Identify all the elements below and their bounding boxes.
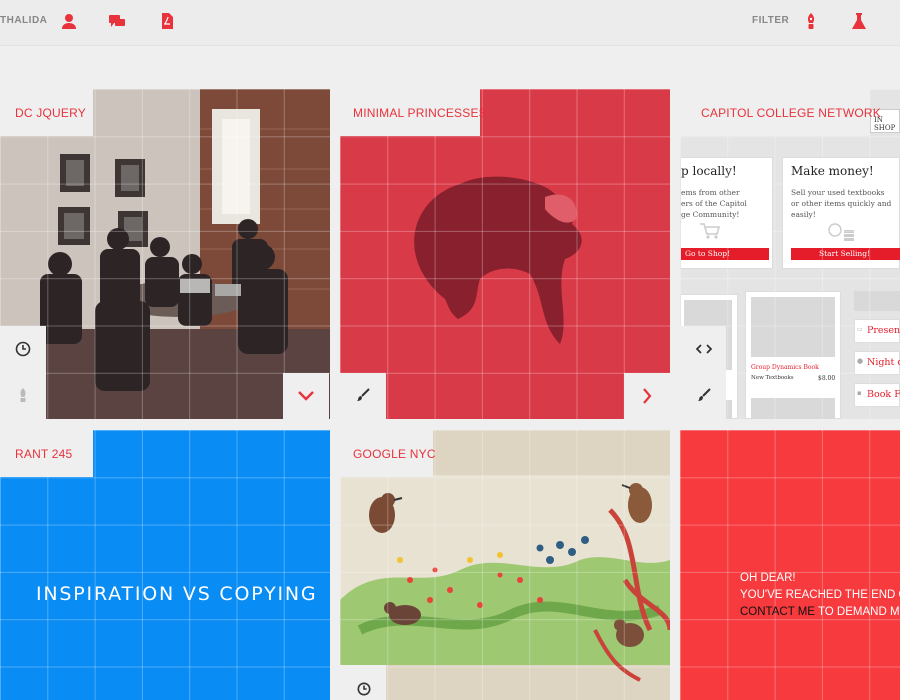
product-category: New Textbooks: [751, 375, 794, 381]
post-title[interactable]: INSPIRATION VS COPYING: [36, 583, 317, 605]
tile-end-message: [680, 430, 900, 700]
start-selling-button[interactable]: Start Selling!: [791, 248, 900, 260]
product-card[interactable]: Group Dynamics Book New Textbooks $8.00: [745, 291, 841, 419]
tile-label[interactable]: RANT 245: [15, 447, 72, 461]
tile-minimal-princesses[interactable]: MINIMAL PRINCESSES: [340, 89, 670, 419]
card-text: ems from other: [681, 188, 740, 197]
tile-label[interactable]: CAPITOL COLLEGE NETWORK: [701, 106, 881, 120]
chevron-down-icon: [298, 391, 314, 401]
product-price: $8.00: [818, 375, 836, 382]
top-bar: THALIDA FILTER: [0, 0, 900, 46]
chevron-right-icon: [642, 388, 652, 404]
pen-icon: [16, 387, 30, 408]
tile-label[interactable]: MINIMAL PRINCESSES: [353, 106, 487, 120]
side-menu: ▭ Presen ● Night c ▪ Book F: [848, 291, 900, 419]
flask-icon[interactable]: [850, 12, 868, 30]
pen-icon[interactable]: [802, 12, 820, 30]
go-to-shop-button[interactable]: Go to Shop!: [681, 248, 769, 260]
side-item[interactable]: ● Night c: [854, 351, 900, 375]
card-title: Make money!: [791, 164, 874, 178]
filter-label: FILTER: [752, 15, 790, 26]
end-message-line: OH DEAR!: [740, 572, 796, 584]
clock-icon: [15, 341, 31, 362]
button-label: Start Selling!: [819, 249, 871, 258]
tile-label[interactable]: DC JQUERY: [15, 106, 86, 120]
button-label: Go to Shop!: [685, 249, 731, 258]
end-message-line: TO DEMAND MO: [814, 606, 900, 618]
brush-icon: [697, 388, 711, 407]
book-icon: ▪: [857, 389, 862, 397]
brush-icon: [356, 388, 370, 407]
shop-card: p locally! ems from other ers of the Cap…: [680, 157, 773, 269]
princess-hair-art: [340, 89, 670, 419]
grid-overlay: [680, 430, 900, 700]
tile-label[interactable]: GOOGLE NYC: [353, 447, 436, 461]
end-message: OH DEAR! YOU'VE REACHED THE END OF CONTA…: [740, 570, 900, 621]
card-text: ge Community!: [681, 210, 740, 219]
side-item-label: Night c: [867, 357, 900, 368]
tile-google-nyc[interactable]: GOOGLE NYC: [340, 430, 670, 700]
expand-button[interactable]: [283, 373, 329, 419]
clock-icon: [357, 682, 371, 700]
tile-capitol-college-network[interactable]: IN SHOP p locally! ems from other ers of…: [680, 89, 900, 419]
side-item-label: Book F: [867, 389, 900, 400]
cart-icon: [699, 222, 721, 245]
brand-name[interactable]: THALIDA: [0, 15, 47, 26]
calendar-icon: ▭: [857, 326, 863, 333]
side-item-label: Presen: [867, 325, 900, 336]
end-message-line: YOU'VE REACHED THE END OF: [740, 589, 900, 601]
chat-icon[interactable]: [108, 12, 126, 30]
code-icon: [695, 342, 713, 360]
sell-card: Make money! Sell your used textbooks or …: [782, 157, 900, 269]
contact-me-link[interactable]: CONTACT ME: [740, 606, 815, 618]
card-text: ers of the Capitol: [681, 199, 747, 208]
coins-icon: [827, 222, 857, 247]
tile-dc-jquery[interactable]: DC JQUERY: [0, 89, 330, 419]
tile-rant-245[interactable]: RANT 245: [0, 430, 330, 700]
user-icon[interactable]: [60, 12, 78, 30]
card-text: easily!: [791, 210, 816, 219]
card-text: Sell your used textbooks: [791, 188, 885, 197]
card-text: or other items quickly and: [791, 199, 892, 208]
card-title: p locally!: [681, 164, 737, 178]
next-button[interactable]: [624, 373, 670, 419]
meetup-photo: [0, 89, 330, 419]
side-item[interactable]: ▪ Book F: [854, 383, 900, 407]
side-item[interactable]: ▭ Presen: [854, 319, 900, 343]
product-title[interactable]: Group Dynamics Book: [751, 364, 819, 371]
location-icon: ●: [857, 357, 864, 365]
pdf-icon[interactable]: [158, 12, 176, 30]
